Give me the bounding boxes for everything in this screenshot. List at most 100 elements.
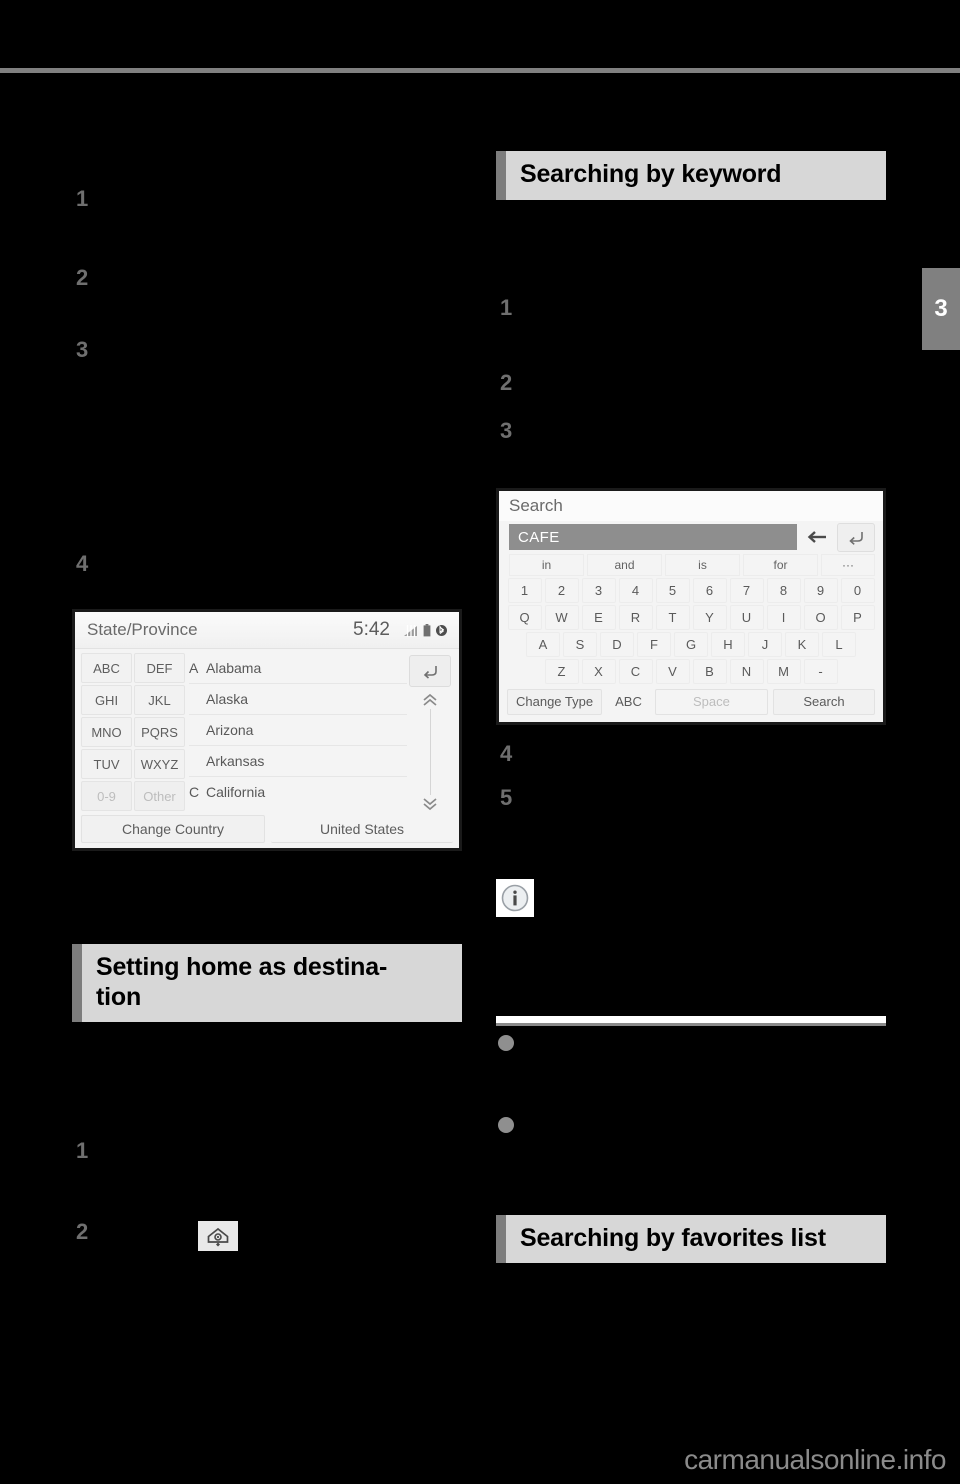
key-l[interactable]: L (822, 631, 856, 657)
right-step-1: 1 (496, 296, 890, 318)
bullet-item-1 (496, 1031, 890, 1051)
state-list-item[interactable]: C California (189, 777, 407, 807)
right-step-2: 2 (496, 369, 890, 395)
key-t[interactable]: T (655, 604, 690, 630)
heading-setting-home: Setting home as destina- tion (72, 944, 462, 1022)
key-s[interactable]: S (563, 631, 597, 657)
step-number: 3 (76, 337, 89, 362)
keypad-key-mno[interactable]: MNO (81, 717, 132, 747)
battery-icon (423, 623, 431, 636)
backspace-button[interactable] (803, 530, 831, 544)
heading-text: Searching by favorites list (520, 1223, 826, 1252)
current-country-label[interactable]: United States (271, 815, 453, 843)
group-letter: C (189, 784, 200, 800)
step-number: 2 (500, 369, 513, 395)
key-u[interactable]: U (729, 604, 764, 630)
key-i[interactable]: I (766, 604, 801, 630)
key-4[interactable]: 4 (618, 577, 653, 603)
key-3[interactable]: 3 (581, 577, 616, 603)
key-n[interactable]: N (729, 658, 764, 684)
key-z[interactable]: Z (544, 658, 579, 684)
page-top-rule (0, 68, 960, 73)
scroll-track[interactable] (429, 709, 431, 795)
key-8[interactable]: 8 (766, 577, 801, 603)
key-a[interactable]: A (526, 631, 560, 657)
suggestion-row: in and is for ··· (499, 553, 883, 578)
key-7[interactable]: 7 (729, 577, 764, 603)
key-b[interactable]: B (692, 658, 727, 684)
step-number: 2 (76, 265, 89, 290)
keypad-key-jkl[interactable]: JKL (134, 685, 185, 715)
suggestion-in[interactable]: in (509, 553, 584, 576)
key-x[interactable]: X (581, 658, 616, 684)
step-text-redacted (106, 339, 466, 354)
keyboard-bottom-row: Change Type ABC Space Search (499, 686, 883, 715)
left-step-4: 4 (72, 553, 466, 575)
step-number: 2 (76, 1219, 89, 1244)
key-o[interactable]: O (803, 604, 838, 630)
key-m[interactable]: M (766, 658, 801, 684)
key-j[interactable]: J (748, 631, 782, 657)
state-list-item[interactable]: Arizona (189, 715, 407, 746)
right-step-4: 4 (496, 742, 890, 764)
key-r[interactable]: R (618, 604, 653, 630)
right-step-3: 3 (496, 419, 890, 441)
key-6[interactable]: 6 (692, 577, 727, 603)
keypad-key-other[interactable]: Other (134, 781, 185, 811)
back-button[interactable] (409, 655, 451, 687)
device-status-bar: State/Province 5:42 (75, 612, 459, 649)
change-type-button[interactable]: Change Type (507, 688, 603, 715)
key-g[interactable]: G (674, 631, 708, 657)
key-v[interactable]: V (655, 658, 690, 684)
keyboard-row-asdf: A S D F G H J K L (499, 631, 883, 659)
keypad-key-digits[interactable]: 0-9 (81, 781, 132, 811)
state-list-item[interactable]: Alaska (189, 684, 407, 715)
key-d[interactable]: D (600, 631, 634, 657)
keypad-key-def[interactable]: DEF (134, 653, 185, 683)
search-button[interactable]: Search (773, 688, 875, 715)
suggestion-for[interactable]: for (743, 553, 818, 576)
scrollbar[interactable] (421, 687, 439, 815)
key-1[interactable]: 1 (507, 577, 542, 603)
state-list-item[interactable]: A Alabama (189, 653, 407, 684)
search-input[interactable]: CAFE (509, 524, 797, 550)
keypad-key-pqrs[interactable]: PQRS (134, 717, 185, 747)
suggestion-more-button[interactable]: ··· (821, 553, 875, 576)
key-2[interactable]: 2 (544, 577, 579, 603)
alpha-keypad[interactable]: ABC DEF GHI JKL MNO PQRS TUV WXYZ 0-9 Ot… (81, 653, 185, 815)
keypad-key-ghi[interactable]: GHI (81, 685, 132, 715)
enter-button[interactable] (837, 522, 875, 552)
key-0[interactable]: 0 (840, 577, 875, 603)
key-e[interactable]: E (581, 604, 616, 630)
space-button[interactable]: Space (654, 688, 768, 715)
keypad-key-wxyz[interactable]: WXYZ (134, 749, 185, 779)
keypad-key-tuv[interactable]: TUV (81, 749, 132, 779)
chapter-number: 3 (934, 295, 948, 322)
key-y[interactable]: Y (692, 604, 727, 630)
chevron-down-icon[interactable] (421, 797, 439, 811)
key-hyphen[interactable]: - (803, 658, 838, 684)
key-5[interactable]: 5 (655, 577, 690, 603)
key-9[interactable]: 9 (803, 577, 838, 603)
information-note-block (496, 878, 890, 917)
key-f[interactable]: F (637, 631, 671, 657)
chevron-up-icon[interactable] (421, 693, 439, 707)
key-k[interactable]: K (785, 631, 819, 657)
suggestion-is[interactable]: is (665, 553, 740, 576)
information-icon (496, 878, 534, 917)
key-q[interactable]: Q (507, 604, 542, 630)
backspace-arrow-icon (807, 531, 826, 543)
step-number: 1 (76, 1138, 89, 1163)
suggestion-and[interactable]: and (587, 553, 662, 576)
abc-button[interactable]: ABC (607, 690, 650, 714)
change-country-button[interactable]: Change Country (81, 815, 265, 843)
state-list-item[interactable]: Arkansas (189, 746, 407, 777)
key-h[interactable]: H (711, 631, 745, 657)
home-destination-icon[interactable] (198, 1221, 238, 1251)
key-p[interactable]: P (840, 604, 875, 630)
keypad-key-abc[interactable]: ABC (81, 653, 132, 683)
key-w[interactable]: W (544, 604, 579, 630)
heading-searching-by-keyword: Searching by keyword (496, 151, 886, 200)
key-c[interactable]: C (618, 658, 653, 684)
step-text-redacted (106, 553, 466, 568)
